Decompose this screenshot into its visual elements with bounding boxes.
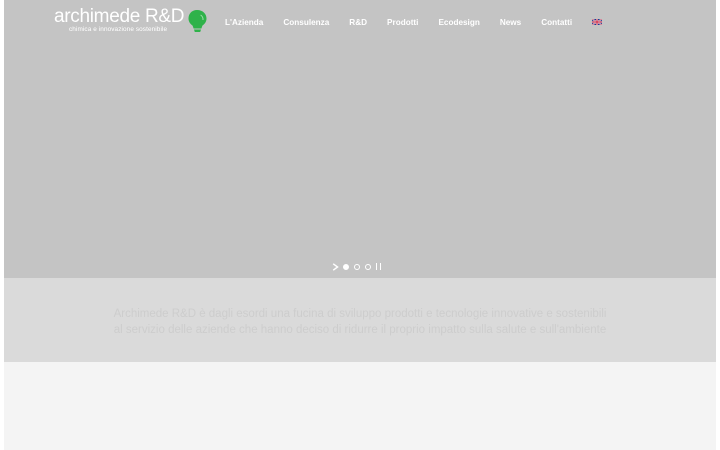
intro-line-2: al servizio delle aziende che hanno deci… bbox=[113, 324, 607, 336]
site-header: archimede R&D chimica e innovazione sost… bbox=[4, 0, 716, 44]
nav-item-azienda[interactable]: L'Azienda bbox=[225, 18, 263, 27]
nav-item-prodotti[interactable]: Prodotti bbox=[387, 18, 418, 27]
logo-name: archimede R&D bbox=[54, 6, 185, 27]
nav-item-rd[interactable]: R&D bbox=[349, 18, 367, 27]
intro-line-1: Archimede R&D è dagli esordi una fucina … bbox=[113, 308, 607, 320]
slider-dot-1[interactable] bbox=[343, 263, 349, 270]
slider-dot-3[interactable] bbox=[365, 263, 371, 270]
content-section bbox=[4, 362, 716, 450]
intro-text: Archimede R&D è dagli esordi una fucina … bbox=[34, 306, 686, 338]
main-nav: L'Azienda Consulenza R&D Prodotti Ecodes… bbox=[225, 16, 603, 28]
nav-item-contatti[interactable]: Contatti bbox=[541, 18, 572, 27]
logo-tagline: chimica e innovazione sostenibile bbox=[69, 26, 168, 33]
slider-controls bbox=[332, 262, 381, 271]
pause-icon[interactable] bbox=[376, 263, 381, 270]
nav-item-news[interactable]: News bbox=[500, 18, 521, 27]
hero-slider: archimede R&D chimica e innovazione sost… bbox=[4, 0, 716, 278]
uk-flag-icon[interactable] bbox=[592, 19, 603, 25]
intro-band: Archimede R&D è dagli esordi una fucina … bbox=[4, 278, 716, 362]
chevron-right-icon[interactable] bbox=[332, 262, 339, 271]
slider-dot-2[interactable] bbox=[354, 263, 360, 270]
nav-item-ecodesign[interactable]: Ecodesign bbox=[438, 18, 479, 27]
page: archimede R&D chimica e innovazione sost… bbox=[4, 0, 716, 450]
site-logo[interactable]: archimede R&D chimica e innovazione sost… bbox=[54, 6, 207, 36]
lightbulb-icon bbox=[188, 10, 207, 32]
nav-item-consulenza[interactable]: Consulenza bbox=[283, 18, 329, 27]
